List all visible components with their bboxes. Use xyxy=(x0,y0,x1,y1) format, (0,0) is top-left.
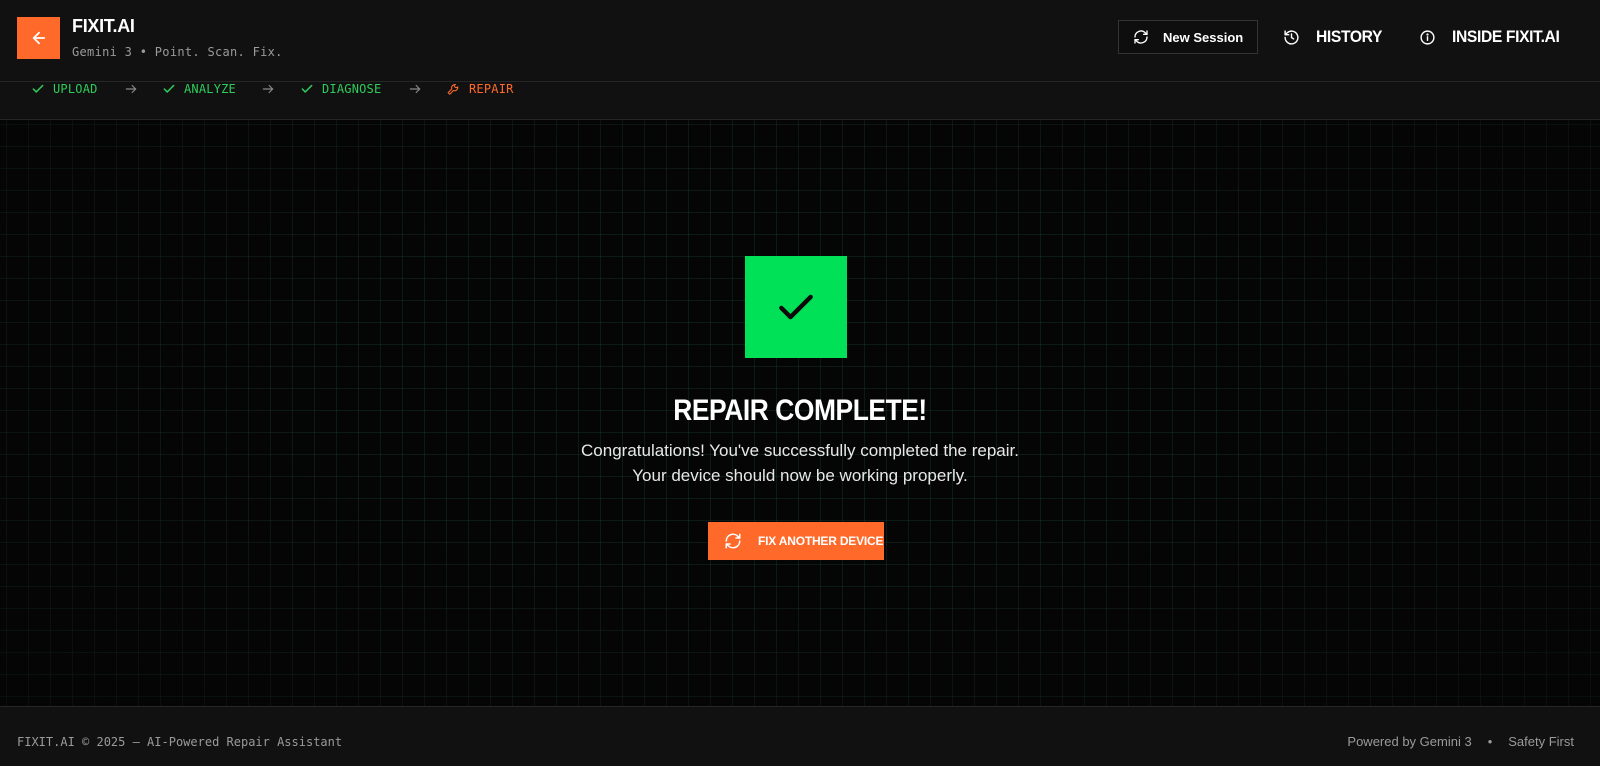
check-icon xyxy=(32,84,44,93)
arrow-right-icon xyxy=(262,84,274,94)
step-label: ANALYZE xyxy=(184,82,236,96)
inside-fixit-label: INSIDE FIXIT.AI xyxy=(1452,27,1560,46)
step-label: DIAGNOSE xyxy=(322,82,382,96)
inside-fixit-link[interactable]: INSIDE FIXIT.AI xyxy=(1419,24,1569,50)
arrow-right-icon xyxy=(409,84,421,94)
step-diagnose: DIAGNOSE xyxy=(300,82,381,96)
fix-another-device-button[interactable]: FIX ANOTHER DEVICE xyxy=(708,522,884,560)
safety-text: Safety First xyxy=(1508,734,1574,749)
history-label: HISTORY xyxy=(1316,27,1383,46)
step-repair: REPAIR xyxy=(446,82,514,96)
arrow-right-icon xyxy=(125,84,137,94)
main-content: REPAIR COMPLETE! Congratulations! You've… xyxy=(0,120,1600,706)
completion-message-line1: Congratulations! You've successfully com… xyxy=(581,441,1019,460)
completion-message-line2: Your device should now be working proper… xyxy=(632,466,968,485)
header: FIXIT.AI Gemini 3 • Point. Scan. Fix. Ne… xyxy=(0,0,1600,82)
app-page: FIXIT.AI Gemini 3 • Point. Scan. Fix. Ne… xyxy=(0,0,1600,766)
step-upload: UPLOAD xyxy=(31,82,98,96)
new-session-label: New Session xyxy=(1163,29,1244,45)
step-label: UPLOAD xyxy=(53,82,98,96)
brand-subtitle: Gemini 3 • Point. Scan. Fix. xyxy=(72,45,283,59)
wrench-icon xyxy=(447,83,459,95)
check-icon xyxy=(301,84,313,93)
footer-copyright: FIXIT.AI © 2025 — AI-Powered Repair Assi… xyxy=(17,735,343,749)
powered-by-text: Powered by Gemini 3 xyxy=(1347,734,1472,749)
success-badge xyxy=(745,256,847,358)
footer: FIXIT.AI © 2025 — AI-Powered Repair Assi… xyxy=(0,706,1600,766)
arrow-left-icon xyxy=(32,31,45,45)
footer-meta: Powered by Gemini 3 • Safety First xyxy=(1347,734,1574,749)
brand-title: FIXIT.AI xyxy=(72,16,135,36)
back-button[interactable] xyxy=(17,17,60,59)
step-label: REPAIR xyxy=(469,82,514,96)
fix-another-device-label: FIX ANOTHER DEVICE xyxy=(758,534,884,548)
completion-title: REPAIR COMPLETE! xyxy=(673,394,927,427)
footer-separator: • xyxy=(1487,734,1493,749)
check-icon xyxy=(163,84,175,93)
history-icon xyxy=(1284,29,1299,45)
history-link[interactable]: HISTORY xyxy=(1283,24,1388,50)
check-icon xyxy=(779,294,813,320)
info-icon xyxy=(1420,29,1435,45)
step-analyze: ANALYZE xyxy=(162,82,236,96)
refresh-icon xyxy=(725,533,741,549)
progress-stepper: UPLOAD ANALYZE DIAGNOSE REPAIR xyxy=(0,82,1600,120)
new-session-button[interactable]: New Session xyxy=(1118,20,1258,54)
refresh-icon xyxy=(1134,30,1148,44)
